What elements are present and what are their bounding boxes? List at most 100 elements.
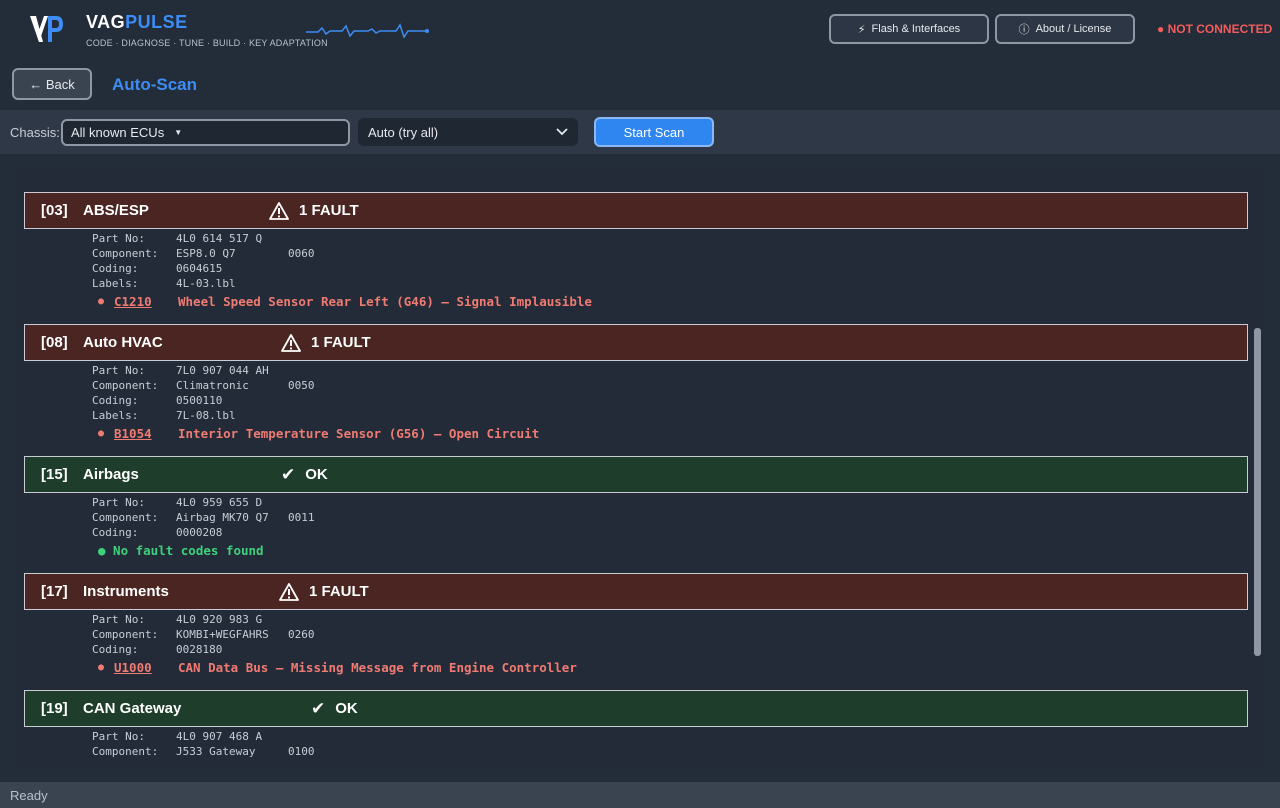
warning-icon xyxy=(281,333,301,352)
module-header[interactable]: [19] CAN Gateway ✔ OK xyxy=(24,690,1248,727)
vagpulse-logo-icon xyxy=(30,16,63,42)
dtc-description: CAN Data Bus — Missing Message from Engi… xyxy=(178,659,577,675)
labels-label: Labels: xyxy=(92,409,139,422)
coding-value: 0000208 xyxy=(176,526,223,539)
labels-label: Labels: xyxy=(92,277,139,290)
connection-status: ● NOT CONNECTED xyxy=(1157,22,1273,36)
no-faults-row: ● No fault codes found xyxy=(98,541,1248,559)
fault-bullet-icon: ● xyxy=(98,427,105,439)
component-label: Component: xyxy=(92,628,159,641)
module-status-text: 1 FAULT xyxy=(309,583,369,600)
warning-icon xyxy=(269,201,289,220)
module-name: Instruments xyxy=(83,583,169,600)
results-scrollbar-thumb[interactable] xyxy=(1254,328,1261,656)
module-status-text: 1 FAULT xyxy=(299,202,359,219)
fault-bullet-icon: ● xyxy=(98,295,105,307)
component-version: 0011 xyxy=(288,511,315,524)
component-label: Component: xyxy=(92,745,159,758)
part-no-label: Part No: xyxy=(92,232,145,245)
module-status: 1 FAULT xyxy=(269,201,359,220)
no-faults-text: ● No fault codes found xyxy=(98,542,264,558)
module-address: [19] xyxy=(41,700,68,717)
component-value: Climatronic xyxy=(176,379,249,392)
about-license-label: About / License xyxy=(1035,23,1112,35)
module-name: Airbags xyxy=(83,466,139,483)
dtc-row: ● C1210 Wheel Speed Sensor Rear Left (G4… xyxy=(24,292,1248,310)
module-name: Auto HVAC xyxy=(83,334,163,351)
module-details: Part No: 4L0 907 468 A Component: J533 Gat… xyxy=(24,727,1248,759)
module-header[interactable]: [17] Instruments 1 FAULT xyxy=(24,573,1248,610)
fault-bullet-icon: ● xyxy=(98,661,105,673)
flash-interfaces-button[interactable]: ⚡ Flash & Interfaces xyxy=(829,14,989,44)
page-title: Auto-Scan xyxy=(112,75,197,94)
dtc-row: ● B1054 Interior Temperature Sensor (G56… xyxy=(24,424,1248,442)
coding-value: 0028180 xyxy=(176,643,223,656)
component-label: Component: xyxy=(92,379,159,392)
labels-value: 7L-08.lbl xyxy=(176,409,236,422)
module-card: [19] CAN Gateway ✔ OK Part No: 4L0 907 46… xyxy=(24,690,1248,759)
module-details: Part No: 4L0 614 517 Q Component: ESP8.0 Q… xyxy=(24,229,1248,310)
module-header[interactable]: [03] ABS/ESP 1 FAULT xyxy=(24,192,1248,229)
module-status: 1 FAULT xyxy=(279,582,369,601)
brand-pulse: PULSE xyxy=(125,12,188,32)
back-button[interactable]: ← Back xyxy=(12,68,92,100)
part-no-label: Part No: xyxy=(92,613,145,626)
app-header: VAGPULSE CODE · DIAGNOSE · TUNE · BUILD … xyxy=(0,0,1280,58)
dtc-code-link[interactable]: C1210 xyxy=(114,294,178,309)
module-card: [03] ABS/ESP 1 FAULT Part No: 4L0 614 517… xyxy=(24,192,1248,310)
check-icon: ✔ xyxy=(281,464,296,484)
component-version: 0060 xyxy=(288,247,315,260)
dtc-code-link[interactable]: U1000 xyxy=(114,660,178,675)
module-header[interactable]: [08] Auto HVAC 1 FAULT xyxy=(24,324,1248,361)
scan-results-panel: [03] ABS/ESP 1 FAULT Part No: 4L0 614 517… xyxy=(16,166,1264,770)
part-no-value: 7L0 907 044 AH xyxy=(176,364,269,377)
dtc-description: Interior Temperature Sensor (G56) — Open… xyxy=(178,425,540,441)
coding-label: Coding: xyxy=(92,643,139,656)
module-address: [03] xyxy=(41,202,68,219)
module-status: 1 FAULT xyxy=(281,333,371,352)
module-address: [08] xyxy=(41,334,68,351)
chevron-down-icon xyxy=(556,128,568,136)
labels-value: 4L-03.lbl xyxy=(176,277,236,290)
coding-value: 0500110 xyxy=(176,394,223,407)
component-version: 0100 xyxy=(288,745,315,758)
coding-label: Coding: xyxy=(92,394,139,407)
component-version: 0050 xyxy=(288,379,315,392)
start-scan-button[interactable]: Start Scan xyxy=(594,117,714,147)
module-status-text: OK xyxy=(305,466,328,483)
component-version: 0260 xyxy=(288,628,315,641)
about-license-button[interactable]: ⓘ About / License xyxy=(995,14,1135,44)
part-no-value: 4L0 614 517 Q xyxy=(176,232,263,245)
coding-label: Coding: xyxy=(92,262,139,275)
module-card: [15] Airbags ✔ OK Part No: 4L0 959 655 D … xyxy=(24,456,1248,559)
part-no-label: Part No: xyxy=(92,364,145,377)
module-name: ABS/ESP xyxy=(83,202,149,219)
protocol-select-value: Auto (try all) xyxy=(368,124,439,140)
protocol-select[interactable]: Auto (try all) xyxy=(358,118,578,146)
part-no-label: Part No: xyxy=(92,730,145,743)
module-header[interactable]: [15] Airbags ✔ OK xyxy=(24,456,1248,493)
module-card: [17] Instruments 1 FAULT Part No: 4L0 920… xyxy=(24,573,1248,676)
info-icon: ⓘ xyxy=(1018,24,1030,36)
brand-name: VAGPULSE xyxy=(86,12,188,33)
component-value: KOMBI+WEGFAHRS xyxy=(176,628,269,641)
warning-icon xyxy=(279,582,299,601)
chassis-label: Chassis: xyxy=(10,125,60,140)
module-details: Part No: 4L0 920 983 G Component: KOMBI+WE… xyxy=(24,610,1248,676)
module-status: ✔ OK xyxy=(311,699,358,719)
component-value: Airbag MK70 Q7 xyxy=(176,511,269,524)
module-status: ✔ OK xyxy=(281,465,328,485)
chassis-select[interactable]: All known ECUs ▼ xyxy=(61,119,350,146)
component-label: Component: xyxy=(92,247,159,260)
status-bar: Ready xyxy=(0,782,1280,808)
part-no-value: 4L0 959 655 D xyxy=(176,496,263,509)
lightning-icon: ⚡ xyxy=(857,23,866,36)
coding-value: 0604615 xyxy=(176,262,223,275)
dtc-code-link[interactable]: B1054 xyxy=(114,426,178,441)
tagline: CODE · DIAGNOSE · TUNE · BUILD · KEY ADA… xyxy=(86,38,328,48)
part-no-label: Part No: xyxy=(92,496,145,509)
dtc-description: Wheel Speed Sensor Rear Left (G46) — Sig… xyxy=(178,293,592,309)
component-value: J533 Gateway xyxy=(176,745,256,758)
part-no-value: 4L0 907 468 A xyxy=(176,730,263,743)
module-address: [17] xyxy=(41,583,68,600)
